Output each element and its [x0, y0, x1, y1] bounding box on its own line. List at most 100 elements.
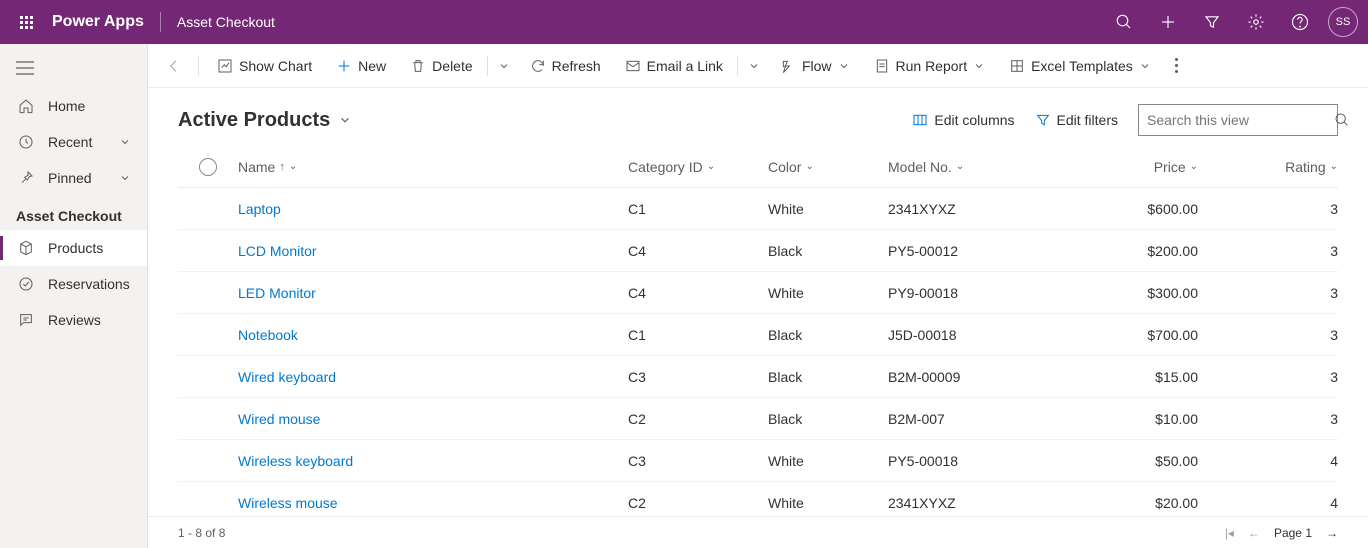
new-button[interactable]: New	[326, 50, 396, 82]
chevron-down-icon	[1139, 60, 1151, 72]
help-icon[interactable]	[1278, 0, 1322, 44]
column-header-price[interactable]: Price⌄	[1078, 159, 1198, 175]
chevron-down-icon: ⌄	[1330, 161, 1338, 172]
filter-icon[interactable]	[1190, 0, 1234, 44]
table-row[interactable]: LaptopC1White2341XYXZ$600.003	[178, 188, 1338, 230]
record-link[interactable]: Wired keyboard	[238, 369, 336, 385]
sidebar-item-reservations[interactable]: Reservations	[0, 266, 147, 302]
refresh-button[interactable]: Refresh	[520, 50, 611, 82]
mail-icon	[625, 58, 641, 74]
chevron-down-icon: ⌄	[707, 161, 715, 172]
search-icon[interactable]	[1102, 0, 1146, 44]
record-link[interactable]: LCD Monitor	[238, 243, 317, 259]
table-row[interactable]: NotebookC1BlackJ5D-00018$700.003	[178, 314, 1338, 356]
cell-rating: 3	[1198, 285, 1338, 301]
button-label: Flow	[802, 58, 832, 74]
view-title[interactable]: Active Products	[178, 109, 352, 132]
column-header-color[interactable]: Color⌄	[768, 159, 888, 175]
column-header-model[interactable]: Model No.⌄	[888, 159, 1078, 175]
gear-icon[interactable]	[1234, 0, 1278, 44]
table-row[interactable]: LED MonitorC4WhitePY9-00018$300.003	[178, 272, 1338, 314]
record-link[interactable]: Notebook	[238, 327, 298, 343]
cell-category: C4	[628, 243, 768, 259]
select-all-checkbox[interactable]	[178, 158, 238, 176]
table-row[interactable]: LCD MonitorC4BlackPY5-00012$200.003	[178, 230, 1338, 272]
header-divider	[160, 12, 161, 32]
delete-button[interactable]: Delete	[400, 50, 482, 82]
cell-price: $20.00	[1078, 495, 1198, 511]
cell-category: C1	[628, 201, 768, 217]
show-chart-button[interactable]: Show Chart	[207, 50, 322, 82]
first-page-button[interactable]: |◂	[1225, 526, 1234, 540]
record-link[interactable]: Wireless keyboard	[238, 453, 353, 469]
button-label: Show Chart	[239, 58, 312, 74]
module-name[interactable]: Asset Checkout	[177, 14, 275, 30]
sidebar-label: Reviews	[48, 312, 101, 328]
cell-color: Black	[768, 411, 888, 427]
table-row[interactable]: Wired keyboardC3BlackB2M-00009$15.003	[178, 356, 1338, 398]
pin-icon	[16, 170, 36, 186]
excel-templates-button[interactable]: Excel Templates	[999, 50, 1161, 82]
prev-page-button[interactable]: ←	[1248, 526, 1260, 540]
record-link[interactable]: LED Monitor	[238, 285, 316, 301]
table-row[interactable]: Wireless mouseC2White2341XYXZ$20.004	[178, 482, 1338, 516]
waffle-icon[interactable]	[10, 6, 42, 38]
cell-price: $700.00	[1078, 327, 1198, 343]
cell-rating: 3	[1198, 201, 1338, 217]
refresh-icon	[530, 58, 546, 74]
button-label: Refresh	[552, 58, 601, 74]
search-input[interactable]	[1147, 112, 1328, 128]
edit-filters-button[interactable]: Edit filters	[1035, 112, 1118, 128]
chevron-down-icon: ⌄	[956, 161, 964, 172]
sidebar-item-home[interactable]: Home	[0, 88, 147, 124]
cell-price: $50.00	[1078, 453, 1198, 469]
edit-columns-button[interactable]: Edit columns	[912, 112, 1014, 128]
button-label: Edit columns	[934, 112, 1014, 128]
sidebar-label: Recent	[48, 134, 92, 150]
sidebar-label: Pinned	[48, 170, 92, 186]
chat-icon	[16, 312, 36, 328]
record-link[interactable]: Wireless mouse	[238, 495, 338, 511]
next-page-button[interactable]: →	[1326, 526, 1338, 540]
main-content: Show Chart New Delete Refresh	[148, 44, 1368, 548]
cell-color: White	[768, 285, 888, 301]
column-header-rating[interactable]: Rating⌄	[1198, 159, 1338, 175]
back-button[interactable]	[158, 50, 190, 82]
sidebar-item-reviews[interactable]: Reviews	[0, 302, 147, 338]
grid-footer: 1 - 8 of 8 |◂ ← Page 1 →	[148, 516, 1368, 548]
cell-rating: 3	[1198, 327, 1338, 343]
command-bar: Show Chart New Delete Refresh	[148, 44, 1368, 88]
hamburger-icon[interactable]	[0, 48, 147, 88]
table-row[interactable]: Wired mouseC2BlackB2M-007$10.003	[178, 398, 1338, 440]
user-avatar[interactable]: SS	[1328, 7, 1358, 37]
email-dropdown[interactable]	[742, 50, 766, 82]
record-link[interactable]: Wired mouse	[238, 411, 320, 427]
add-icon[interactable]	[1146, 0, 1190, 44]
checkmark-circle-icon	[16, 276, 36, 292]
recent-icon	[16, 134, 36, 150]
email-link-button[interactable]: Email a Link	[615, 50, 733, 82]
search-input-container	[1138, 104, 1338, 136]
view-bar: Active Products Edit columns Edit filter…	[148, 88, 1368, 146]
button-label: New	[358, 58, 386, 74]
cell-price: $600.00	[1078, 201, 1198, 217]
table-row[interactable]: Wireless keyboardC3WhitePY5-00018$50.004	[178, 440, 1338, 482]
column-header-category[interactable]: Category ID⌄	[628, 159, 768, 175]
sidebar-item-products[interactable]: Products	[0, 230, 147, 266]
report-icon	[874, 58, 890, 74]
search-icon[interactable]	[1334, 112, 1350, 128]
record-link[interactable]: Laptop	[238, 201, 281, 217]
sidebar-item-recent[interactable]: Recent	[0, 124, 147, 160]
cell-model: 2341XYXZ	[888, 201, 1078, 217]
chevron-down-icon: ⌄	[1190, 161, 1198, 172]
sidebar-item-pinned[interactable]: Pinned	[0, 160, 147, 196]
sidebar: Home Recent Pinned Asset Checkout Produc…	[0, 44, 148, 548]
cell-color: White	[768, 495, 888, 511]
run-report-button[interactable]: Run Report	[864, 50, 996, 82]
flow-button[interactable]: Flow	[770, 50, 860, 82]
overflow-button[interactable]	[1165, 50, 1188, 82]
delete-dropdown[interactable]	[492, 50, 516, 82]
cell-price: $200.00	[1078, 243, 1198, 259]
chevron-down-icon	[119, 172, 131, 184]
column-header-name[interactable]: Name ↑ ⌄	[238, 159, 628, 175]
